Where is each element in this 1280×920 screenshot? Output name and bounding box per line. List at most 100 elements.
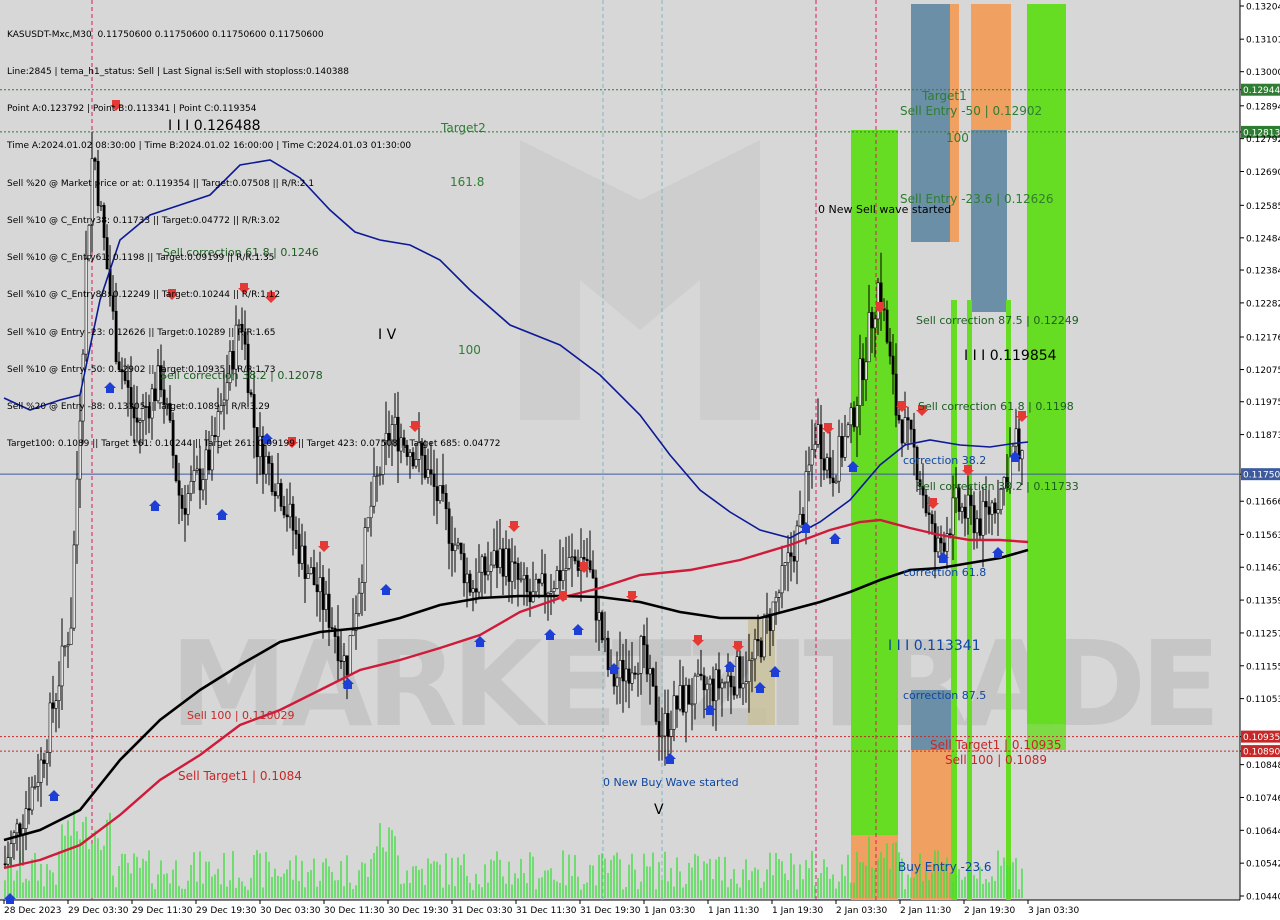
candle-body — [699, 673, 703, 677]
candle-body — [438, 485, 442, 502]
corr-875-right-label: correction 87.5 — [903, 689, 986, 702]
candle-body — [783, 562, 787, 566]
candle-body — [315, 584, 319, 593]
price-label: 0.10848 — [1246, 761, 1280, 771]
candle-body — [975, 518, 979, 534]
time-label: 28 Dec 2023 — [4, 906, 62, 916]
candle-body — [306, 573, 310, 579]
candle-body — [339, 660, 343, 663]
candle-body — [801, 513, 805, 525]
candle-body — [276, 483, 280, 497]
candle-body — [687, 684, 691, 705]
candle-body — [630, 672, 634, 684]
price-label: 0.12585 — [1246, 202, 1280, 212]
info-line: KASUSDT-Mxc,M30 0.11750600 0.11750600 0.… — [7, 29, 324, 40]
candle-body — [471, 588, 475, 593]
candle-body — [555, 570, 559, 589]
candle-body — [9, 843, 13, 858]
candle-body — [759, 640, 763, 658]
level-100-right-label: 100 — [946, 131, 969, 145]
candle-body — [642, 636, 646, 646]
candle-body — [816, 424, 820, 445]
candle-body — [279, 483, 283, 507]
candle-body — [726, 675, 730, 683]
candle-body — [369, 505, 373, 519]
candle-body — [270, 463, 274, 492]
candle-body — [516, 563, 520, 580]
candle-body — [666, 713, 670, 737]
candle-body — [864, 361, 868, 381]
time-label: 2 Jan 11:30 — [900, 906, 952, 916]
candle-body — [822, 458, 826, 471]
candle-body — [963, 506, 967, 519]
candle-body — [933, 523, 937, 553]
candle-body — [198, 468, 202, 491]
price-label: 0.10746 — [1246, 794, 1280, 804]
candle-body — [570, 556, 574, 559]
time-label: 1 Jan 03:30 — [644, 906, 696, 916]
candle-body — [738, 656, 742, 689]
candle-body — [684, 684, 688, 713]
buy-entry-label: Buy Entry -23.6 — [898, 860, 992, 874]
candle-body — [453, 544, 457, 551]
candle-body — [504, 548, 508, 577]
candle-body — [186, 493, 190, 515]
candle-body — [888, 341, 892, 357]
candle-body — [474, 588, 478, 593]
candle-body — [468, 573, 472, 593]
candle-body — [633, 672, 637, 675]
time-label: 31 Dec 03:30 — [452, 906, 513, 916]
candle-body — [45, 752, 49, 764]
candle-body — [660, 735, 664, 738]
candle-body — [573, 556, 577, 562]
candle-body — [309, 567, 313, 574]
price-label: 0.12894 — [1246, 102, 1280, 112]
candle-body — [312, 567, 316, 586]
candle-body — [819, 424, 823, 460]
candle-body — [831, 477, 835, 484]
info-line: Target100: 0.1089 || Target 161: 0.10244… — [7, 439, 501, 450]
candle-body — [300, 545, 304, 564]
candle-body — [912, 428, 916, 448]
candle-body — [195, 468, 199, 471]
candle-body — [744, 681, 748, 685]
candle-body — [807, 464, 811, 472]
candle-body — [984, 501, 988, 508]
green-zone — [1006, 300, 1011, 900]
candle-body — [993, 502, 997, 514]
candle-body — [711, 678, 715, 702]
candle-body — [492, 550, 496, 566]
candle-body — [585, 558, 589, 562]
time-label: 31 Dec 11:30 — [516, 906, 577, 916]
candle-body — [366, 517, 370, 528]
candle-body — [477, 571, 481, 593]
candle-body — [591, 569, 595, 579]
price-label: 0.12384 — [1246, 267, 1280, 277]
candle-body — [552, 588, 556, 592]
time-label: 30 Dec 11:30 — [324, 906, 385, 916]
orange-zone — [950, 4, 959, 242]
price-label: 0.12176 — [1246, 334, 1280, 344]
candle-body — [39, 759, 43, 783]
candle-body — [855, 405, 859, 428]
candle-body — [996, 509, 1000, 514]
candle-body — [777, 592, 781, 598]
candle-body — [906, 417, 910, 421]
candle-body — [897, 414, 901, 421]
time-label: 1 Jan 11:30 — [708, 906, 760, 916]
candle-body — [636, 673, 640, 675]
price-label: 0.11053 — [1246, 695, 1280, 705]
candle-body — [285, 514, 289, 518]
candle-body — [189, 481, 193, 494]
candle-body — [486, 571, 490, 576]
candle-body — [990, 502, 994, 515]
candle-body — [810, 449, 814, 466]
candle-body — [6, 857, 10, 865]
info-line: Sell %10 @ C_Entry88: 0.12249 || Target:… — [7, 290, 281, 301]
candle-body — [756, 639, 760, 642]
candle-body — [798, 513, 802, 527]
price-tag-label: 0.11750 — [1243, 471, 1280, 481]
candle-body — [885, 309, 889, 343]
candle-body — [681, 685, 685, 713]
candle-body — [18, 823, 22, 836]
